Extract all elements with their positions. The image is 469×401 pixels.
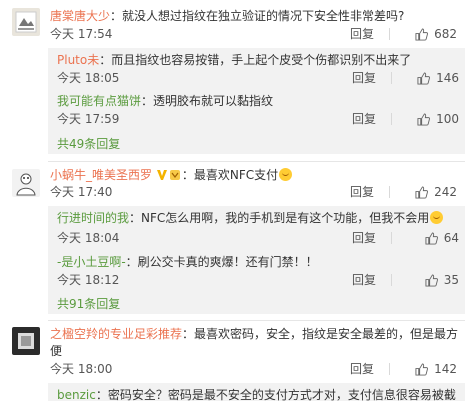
reply-list: Pluto未：而且指纹也容易按错，手上起个皮受个伤都识别不出来了 今天 18:0… <box>48 48 465 154</box>
thumbs-up-icon <box>415 28 429 41</box>
comment-time: 今天 17:40 <box>50 185 113 199</box>
comment-meta: 今天 17:54 回复 682 <box>50 26 457 43</box>
reply-meta: 今天 18:05 回复 146 <box>57 70 459 87</box>
reply-button[interactable]: 回复 <box>350 26 374 43</box>
comment-body: 之楹空羚的专业足彩推荐：最喜欢密码，安全，指纹是安全最差的，但是最方便 <box>50 326 460 360</box>
reply-text: ：透明胶布就可以黏指纹 <box>141 94 274 108</box>
comment-username[interactable]: 小蜗牛_唯美圣西罗 <box>50 168 152 182</box>
thumbs-up-icon <box>417 72 431 85</box>
comment-meta: 今天 18:00 回复 142 <box>50 361 457 378</box>
reply-meta: 今天 18:04 回复 64 <box>57 230 459 247</box>
comment-item: 之楹空羚的专业足彩推荐：最喜欢密码，安全，指纹是安全最差的，但是最方便 今天 1… <box>0 321 469 401</box>
like-count: 682 <box>434 27 457 41</box>
reply-text: ：刷公交卡真的爽爆！还有门禁！！ <box>125 255 318 269</box>
more-replies-link[interactable]: 共91条回复 <box>57 296 120 313</box>
divider <box>391 113 392 125</box>
more-replies-link[interactable]: 共49条回复 <box>57 136 120 153</box>
reply-body: Pluto未：而且指纹也容易按错，手上起个皮受个伤都识别不出来了 <box>57 52 459 69</box>
comment-text: ：就没人想过指纹在独立验证的情况下安全性非常差吗? <box>110 9 405 23</box>
reply-username[interactable]: 我可能有点猫饼 <box>57 94 141 108</box>
reply-body: -是小土豆啊-：刷公交卡真的爽爆！还有门禁！！ <box>57 254 459 271</box>
reply-list: benzic：密码安全？密码是最不安全的支付方式才对，支付信息很容易被截 <box>48 383 465 401</box>
like-count: 242 <box>434 185 457 199</box>
comment-username[interactable]: 之楹空羚的专业足彩推荐 <box>50 327 182 341</box>
like-button[interactable]: 64 <box>425 230 459 247</box>
comment-meta: 今天 17:40 回复 242 <box>50 184 457 201</box>
reply-item: 行进时间的我：NFC怎么用啊，我的手机到是有这个功能，但我不会用 今天 18:0… <box>57 210 465 250</box>
like-button[interactable]: 35 <box>425 272 459 289</box>
divider <box>389 186 390 198</box>
reply-text: ：密码安全？密码是最不安全的支付方式才对，支付信息很容易被截 <box>95 388 456 401</box>
reply-username[interactable]: 行进时间的我 <box>57 211 129 225</box>
reply-username[interactable]: Pluto未 <box>57 53 99 67</box>
avatar[interactable] <box>12 169 40 197</box>
reply-item: -是小土豆啊-：刷公交卡真的爽爆！还有门禁！！ 今天 18:12 回复 35 <box>57 254 465 294</box>
like-count: 142 <box>434 362 457 376</box>
reply-time: 今天 17:59 <box>57 112 120 126</box>
reply-time: 今天 18:05 <box>57 71 120 85</box>
divider <box>389 363 390 375</box>
reply-body: benzic：密码安全？密码是最不安全的支付方式才对，支付信息很容易被截 <box>57 387 459 401</box>
reply-button[interactable]: 回复 <box>350 184 374 201</box>
reply-body: 行进时间的我：NFC怎么用啊，我的手机到是有这个功能，但我不会用 <box>57 210 459 227</box>
like-count: 100 <box>436 112 459 126</box>
like-button[interactable]: 242 <box>415 184 457 201</box>
comment-item: 小蜗牛_唯美圣西罗 ：最喜欢NFC支付 今天 17:40 回复 242 行进时间… <box>0 162 469 320</box>
reply-button[interactable]: 回复 <box>352 230 376 247</box>
thumbs-up-icon <box>425 232 438 245</box>
thumbs-up-icon <box>417 113 431 126</box>
like-count: 146 <box>436 71 459 85</box>
divider <box>391 232 392 244</box>
comment-username[interactable]: 唐棠唐大少 <box>50 9 110 23</box>
like-button[interactable]: 146 <box>417 70 459 87</box>
comment-body: 唐棠唐大少：就没人想过指纹在独立验证的情况下安全性非常差吗? <box>50 8 459 25</box>
divider <box>391 274 392 286</box>
reply-item: 我可能有点猫饼：透明胶布就可以黏指纹 今天 17:59 回复 100 <box>57 93 465 133</box>
reply-button[interactable]: 回复 <box>352 272 376 289</box>
avatar[interactable] <box>12 8 40 36</box>
reply-button[interactable]: 回复 <box>350 361 374 378</box>
reply-item: benzic：密码安全？密码是最不安全的支付方式才对，支付信息很容易被截 <box>57 387 465 401</box>
divider <box>391 72 392 84</box>
reply-list: 行进时间的我：NFC怎么用啊，我的手机到是有这个功能，但我不会用 今天 18:0… <box>48 206 465 314</box>
comment-item: 唐棠唐大少：就没人想过指纹在独立验证的情况下安全性非常差吗? 今天 17:54 … <box>0 0 469 160</box>
reply-text: ：NFC怎么用啊，我的手机到是有这个功能，但我不会用 <box>129 211 430 225</box>
divider <box>389 28 390 40</box>
reply-body: 我可能有点猫饼：透明胶布就可以黏指纹 <box>57 93 459 110</box>
reply-time: 今天 18:04 <box>57 231 120 245</box>
reply-button[interactable]: 回复 <box>352 70 376 87</box>
reply-meta: 今天 17:59 回复 100 <box>57 111 459 128</box>
comment-time: 今天 17:54 <box>50 27 113 41</box>
reply-username[interactable]: benzic <box>57 388 96 401</box>
reply-item: Pluto未：而且指纹也容易按错，手上起个皮受个伤都识别不出来了 今天 18:0… <box>57 52 465 92</box>
thumbs-up-icon <box>425 274 438 287</box>
comment-time: 今天 18:00 <box>50 362 113 376</box>
reply-time: 今天 18:12 <box>57 273 120 287</box>
thumbs-up-icon <box>415 186 429 199</box>
reply-text: ：而且指纹也容易按错，手上起个皮受个伤都识别不出来了 <box>99 53 412 67</box>
like-count: 64 <box>443 231 459 245</box>
smile-emoji-icon <box>430 211 444 224</box>
like-count: 35 <box>443 273 459 287</box>
smile-emoji-icon <box>279 168 293 181</box>
comment-feed: 唐棠唐大少：就没人想过指纹在独立验证的情况下安全性非常差吗? 今天 17:54 … <box>0 0 469 401</box>
avatar[interactable] <box>12 327 40 355</box>
reply-username[interactable]: -是小土豆啊- <box>57 255 126 269</box>
like-button[interactable]: 142 <box>415 361 457 378</box>
reply-button[interactable]: 回复 <box>352 111 376 128</box>
comment-text: ：最喜欢NFC支付 <box>181 168 279 182</box>
reply-meta: 今天 18:12 回复 35 <box>57 272 459 289</box>
thumbs-up-icon <box>415 363 429 376</box>
like-button[interactable]: 100 <box>417 111 459 128</box>
like-button[interactable]: 682 <box>415 26 457 43</box>
